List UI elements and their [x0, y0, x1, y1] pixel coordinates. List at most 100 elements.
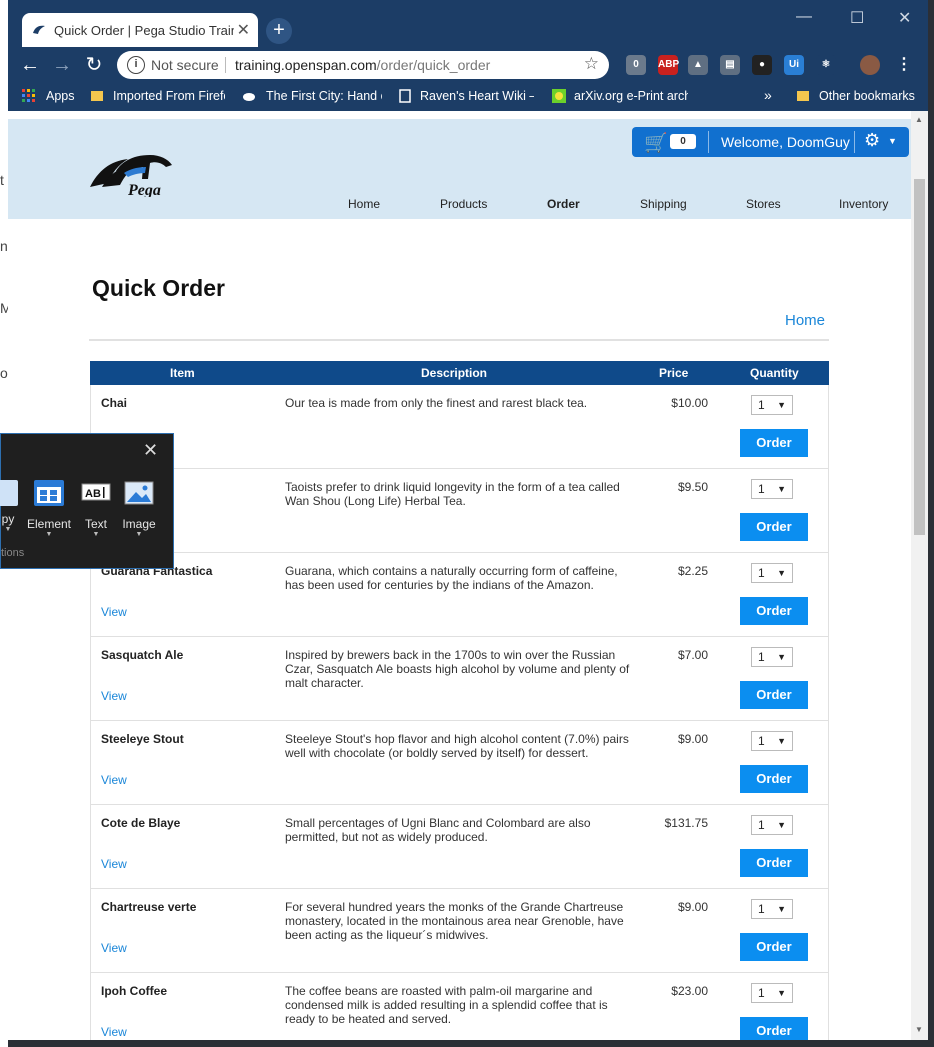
uipath-extension-icon[interactable]: Ui — [784, 55, 804, 75]
close-icon[interactable]: ✕ — [143, 440, 158, 461]
bookmark-imported-firefox[interactable]: Imported From Firefox — [113, 89, 225, 103]
quantity-select[interactable]: 1 ▼ — [751, 395, 793, 415]
profile-avatar[interactable] — [860, 55, 880, 75]
page-title: Quick Order — [92, 275, 225, 301]
item-price: $7.00 — [677, 648, 708, 662]
item-description: Our tea is made from only the finest and… — [285, 396, 588, 410]
nav-order[interactable]: Order — [547, 197, 580, 211]
table-row: Cote de Blaye Small percentages of Ugni B… — [90, 805, 829, 889]
bookmarks-bar: Apps Imported From Firefox The First Cit… — [8, 83, 928, 111]
chevron-down-icon: ▼ — [777, 484, 786, 494]
nav-home[interactable]: Home — [348, 197, 380, 211]
browser-menu-icon[interactable]: ⋮ — [894, 55, 914, 75]
quantity-select[interactable]: 1 ▼ — [751, 731, 793, 751]
view-link[interactable]: View — [101, 689, 127, 703]
quantity-value: 1 — [758, 734, 765, 748]
reload-button[interactable]: ↻ — [82, 53, 106, 77]
item-description: Taoists prefer to drink liquid longevity… — [285, 480, 620, 508]
minimize-button[interactable]: — — [796, 8, 812, 26]
react-extension-icon[interactable]: ⚛ — [816, 55, 836, 75]
table-header: Item Description Price Quantity — [90, 361, 829, 385]
page-scrollbar[interactable]: ▲ ▼ — [911, 111, 928, 1040]
docs-extension-icon[interactable]: ▤ — [720, 55, 740, 75]
view-link[interactable]: View — [101, 941, 127, 955]
title-divider — [89, 339, 829, 341]
satellite-extension-icon[interactable]: 0 — [626, 55, 646, 75]
scroll-down-icon[interactable]: ▼ — [915, 1025, 923, 1034]
item-name: Steeleye Stout — [101, 732, 184, 746]
quantity-select[interactable]: 1 ▼ — [751, 563, 793, 583]
gamepad-extension-icon[interactable]: ● — [752, 55, 772, 75]
item-price: $2.25 — [677, 564, 708, 578]
cart-icon[interactable]: 🛒 — [644, 131, 668, 155]
nav-products[interactable]: Products — [440, 197, 487, 211]
tab-title: Quick Order | Pega Studio Training — [54, 23, 234, 38]
nav-shipping[interactable]: Shipping — [640, 197, 687, 211]
element-button[interactable]: Element ▼ — [25, 480, 73, 538]
bookmark-first-city[interactable]: The First City: Hand of — [266, 89, 382, 103]
order-button[interactable]: Order — [740, 933, 808, 961]
view-link[interactable]: View — [101, 605, 127, 619]
user-bar-divider — [708, 131, 709, 153]
quantity-select[interactable]: 1 ▼ — [751, 647, 793, 667]
gear-icon[interactable]: ⚙ — [864, 130, 880, 151]
item-description: Guarana, which contains a naturally occu… — [285, 564, 618, 592]
text-button-label: Text — [84, 517, 107, 531]
forward-button[interactable]: → — [50, 53, 74, 77]
bookmark-arxiv[interactable]: arXiv.org e-Print archive — [574, 89, 688, 103]
image-icon — [124, 481, 154, 505]
maximize-button[interactable]: ☐ — [850, 8, 864, 28]
order-button[interactable]: Order — [740, 429, 808, 457]
order-button[interactable]: Order — [740, 597, 808, 625]
tab-close-icon[interactable]: ✕ — [237, 20, 250, 40]
browser-tab-active[interactable]: Quick Order | Pega Studio Training ✕ — [22, 13, 258, 47]
chevron-down-icon[interactable]: ▼ — [888, 136, 897, 146]
view-link[interactable]: View — [101, 857, 127, 871]
chevron-down-icon: ▼ — [777, 652, 786, 662]
scrollbar-thumb[interactable] — [914, 179, 925, 535]
home-link[interactable]: Home — [785, 312, 825, 329]
adblock-extension-icon[interactable]: ABP — [658, 55, 679, 75]
column-header-description: Description — [421, 366, 488, 380]
url-text[interactable]: training.openspan.com/order/quick_order — [235, 57, 490, 73]
scroll-up-icon[interactable]: ▲ — [915, 115, 923, 124]
quantity-select[interactable]: 1 ▼ — [751, 899, 793, 919]
close-window-button[interactable]: ✕ — [898, 8, 911, 28]
image-button-label: Image — [122, 517, 156, 531]
security-label: Not secure — [151, 57, 219, 73]
back-button[interactable]: ← — [18, 53, 42, 77]
nav-inventory[interactable]: Inventory — [839, 197, 888, 211]
bookmarks-overflow-icon[interactable]: » — [764, 87, 772, 103]
order-button[interactable]: Order — [740, 765, 808, 793]
quantity-select[interactable]: 1 ▼ — [751, 479, 793, 499]
drive-extension-icon[interactable]: ▲ — [688, 55, 708, 75]
welcome-text[interactable]: Welcome, DoomGuy — [721, 134, 850, 150]
bookmark-apps[interactable]: Apps — [46, 89, 75, 103]
order-button[interactable]: Order — [740, 513, 808, 541]
order-button[interactable]: Order — [740, 1017, 808, 1040]
user-bar: 🛒 0 Welcome, DoomGuy ⚙ ▼ — [632, 127, 909, 157]
nav-stores[interactable]: Stores — [746, 197, 781, 211]
view-link[interactable]: View — [101, 773, 127, 787]
bookmark-other[interactable]: Other bookmarks — [819, 89, 915, 103]
item-price: $9.50 — [677, 480, 708, 494]
bookmark-ravens-heart[interactable]: Raven's Heart Wiki — — [420, 89, 534, 103]
background-glyph: o — [0, 365, 8, 381]
item-name: Chartreuse verte — [101, 900, 197, 914]
view-link[interactable]: View — [101, 1025, 127, 1039]
site-info-icon[interactable]: i — [127, 56, 145, 74]
text-button[interactable]: AB Text ▼ — [77, 480, 115, 538]
bookmark-star-icon[interactable]: ☆ — [584, 54, 599, 74]
text-field-icon: AB — [81, 483, 111, 501]
quantity-select[interactable]: 1 ▼ — [751, 815, 793, 835]
user-bar-divider — [854, 131, 855, 153]
quantity-select[interactable]: 1 ▼ — [751, 983, 793, 1003]
order-button[interactable]: Order — [740, 849, 808, 877]
image-button[interactable]: Image ▼ — [119, 480, 159, 538]
new-tab-button[interactable]: + — [266, 18, 292, 44]
copy-button[interactable]: py ▼ — [0, 480, 25, 533]
address-bar[interactable]: i Not secure training.openspan.com/order… — [117, 51, 609, 79]
order-button[interactable]: Order — [740, 681, 808, 709]
site-header: 🛒 0 Welcome, DoomGuy ⚙ ▼ Pega Home Produ… — [8, 119, 911, 219]
smiley-icon — [552, 89, 566, 103]
